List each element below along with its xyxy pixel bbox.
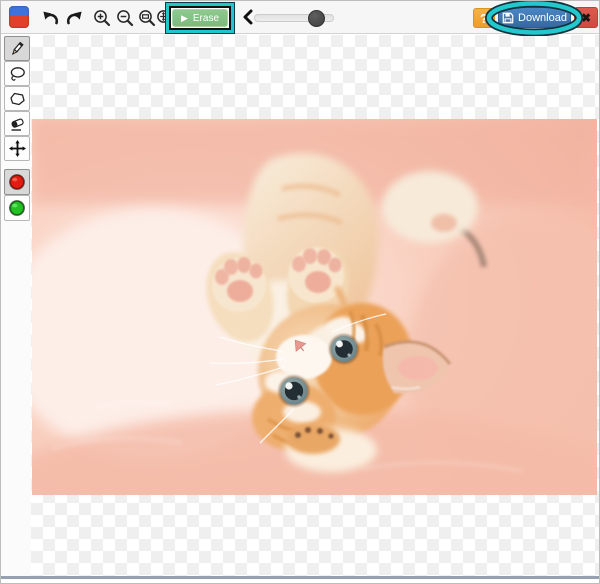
image-editor-window: ▶ Erase ? Download ✖: [0, 0, 600, 584]
color-green-button[interactable]: [4, 195, 30, 221]
app-logo-icon: [9, 6, 29, 28]
floppy-disk-icon: [502, 12, 514, 23]
download-button-label: Download: [518, 11, 567, 24]
tool-move[interactable]: [4, 136, 30, 161]
red-circle-icon: [9, 174, 25, 190]
kitten-eye-left: [278, 375, 310, 407]
move-icon: [8, 140, 26, 157]
undo-icon: [42, 11, 58, 24]
polygon-lasso-icon: [9, 92, 25, 105]
green-circle-icon: [9, 200, 25, 216]
redo-icon: [66, 11, 82, 24]
erase-button[interactable]: ▶ Erase: [172, 9, 228, 27]
brush-size-slider[interactable]: [254, 10, 334, 27]
zoom-in-icon: [94, 10, 111, 27]
eraser-icon: [10, 117, 24, 131]
editing-canvas[interactable]: [31, 35, 599, 578]
redo-button[interactable]: [63, 7, 85, 29]
window-bottom-border: [1, 576, 599, 579]
tool-lasso[interactable]: [4, 61, 30, 86]
undo-button[interactable]: [39, 7, 61, 29]
chevron-left-icon: [243, 9, 253, 25]
photo-kitten[interactable]: [32, 119, 597, 495]
collapse-panel-button[interactable]: [241, 9, 255, 27]
erase-button-label: Erase: [192, 12, 220, 24]
zoom-out-button[interactable]: [114, 7, 136, 29]
tool-pencil[interactable]: [4, 36, 30, 61]
erase-highlight-teal-border: ▶ Erase: [166, 3, 234, 33]
zoom-out-icon: [117, 10, 134, 27]
kitten-image: [32, 119, 597, 495]
tool-polygon-lasso[interactable]: [4, 86, 30, 111]
toolbar: ▶ Erase ? Download ✖: [1, 1, 599, 36]
tool-eraser[interactable]: [4, 111, 30, 136]
help-button[interactable]: ?: [473, 8, 495, 28]
color-red-button[interactable]: [4, 169, 30, 195]
lasso-icon: [10, 66, 25, 81]
erase-highlight-inner-border: ▶ Erase: [169, 6, 231, 30]
pencil-icon: [11, 41, 24, 55]
play-icon: ▶: [180, 12, 188, 23]
kitten-eye-right: [329, 334, 359, 364]
erase-highlight-annotation: ▶ Erase: [165, 2, 235, 34]
download-button[interactable]: Download: [498, 7, 571, 28]
zoom-in-button[interactable]: [91, 7, 113, 29]
close-button[interactable]: ✖: [574, 7, 598, 28]
slider-thumb[interactable]: [308, 10, 326, 27]
